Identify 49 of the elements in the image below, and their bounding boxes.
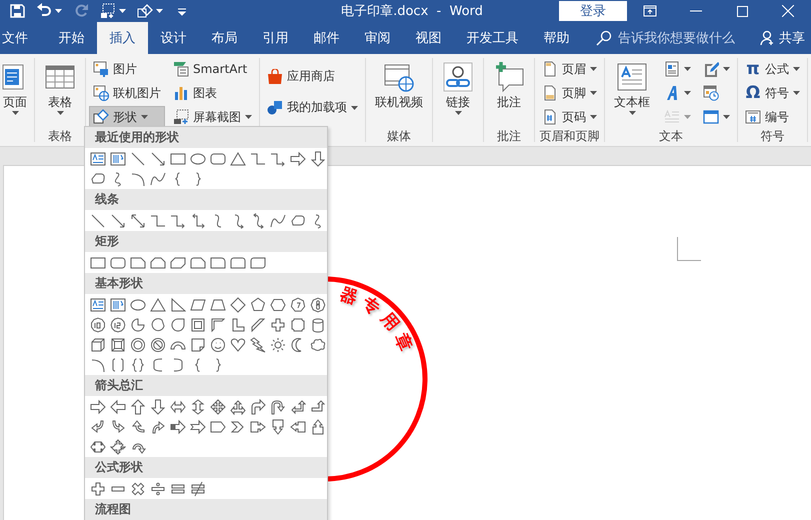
ribbon-tab[interactable]: 设计 <box>148 22 199 54</box>
insert-symbol-button[interactable]: Ω 符号 <box>741 82 804 104</box>
comment-button[interactable]: 批注 <box>487 58 531 128</box>
chart-button[interactable]: 图表 <box>169 82 256 104</box>
smartart-button[interactable]: SmartArt <box>169 58 256 80</box>
addins-button[interactable]: 我的加载项 <box>263 96 362 118</box>
section-header: 箭头总汇 <box>85 375 327 396</box>
store-button[interactable]: 应用商店 <box>263 66 362 88</box>
section-header: 基本形状 <box>85 273 327 294</box>
ribbon-tab[interactable]: 审阅 <box>352 22 403 54</box>
group-label: 符号 <box>760 129 784 143</box>
ribbon-tab[interactable]: 帮助 <box>531 22 582 54</box>
section-header: 公式形状 <box>85 457 327 478</box>
group-label: 页眉和页脚 <box>540 129 600 143</box>
video-button[interactable]: 联机视频 <box>369 58 429 128</box>
ribbon-tab[interactable]: 引用 <box>250 22 301 54</box>
ribbon-tab[interactable]: 邮件 <box>301 22 352 54</box>
page-button[interactable]: 页面 <box>0 58 32 128</box>
ribbon-tab[interactable]: 文件 <box>0 22 46 54</box>
ribbon-tab[interactable]: 开始 <box>46 22 97 54</box>
picture-button[interactable]: 图片 <box>89 58 165 80</box>
page-number-button[interactable]: 页码 <box>538 106 601 128</box>
ribbon-tab[interactable]: 布局 <box>199 22 250 54</box>
numbering-button[interactable]: 编号 <box>741 106 804 128</box>
stamp-text: 器专用章 <box>338 284 418 360</box>
table-button[interactable]: 表格 <box>40 58 80 128</box>
sign-in-button[interactable]: 登录 <box>559 1 627 21</box>
text-box-button[interactable]: 文本框 <box>608 58 656 128</box>
insert-symbol-button[interactable]: π 公式 <box>741 58 804 80</box>
window-title: 电子印章.docx - Word <box>340 3 484 20</box>
shapes-button[interactable]: 形状 <box>89 106 165 128</box>
ribbon-tab[interactable]: 开发工具 <box>454 22 531 54</box>
group-label: 表格 <box>48 129 72 143</box>
section-header: 矩形 <box>85 231 327 252</box>
online-picture-button[interactable]: 联机图片 <box>89 82 165 104</box>
group-label: 媒体 <box>387 129 411 143</box>
link-button[interactable]: 链接 <box>436 58 480 128</box>
section-header: 最近使用的形状 <box>85 127 327 148</box>
share-button[interactable]: 共享 <box>753 22 811 54</box>
footer-button[interactable]: 页脚 <box>538 82 601 104</box>
ribbon-tab[interactable]: 视图 <box>403 22 454 54</box>
group-label: 批注 <box>497 129 521 143</box>
section-header: 线条 <box>85 189 327 210</box>
ribbon-tab[interactable]: 插入 <box>97 22 148 54</box>
header-button[interactable]: 页眉 <box>538 58 601 80</box>
search-field[interactable]: 告诉我你想要做什么 <box>596 22 735 54</box>
section-header: 流程图 <box>85 499 327 520</box>
screenshot-button[interactable]: 屏幕截图 <box>169 106 256 128</box>
group-label: 文本 <box>659 129 683 143</box>
